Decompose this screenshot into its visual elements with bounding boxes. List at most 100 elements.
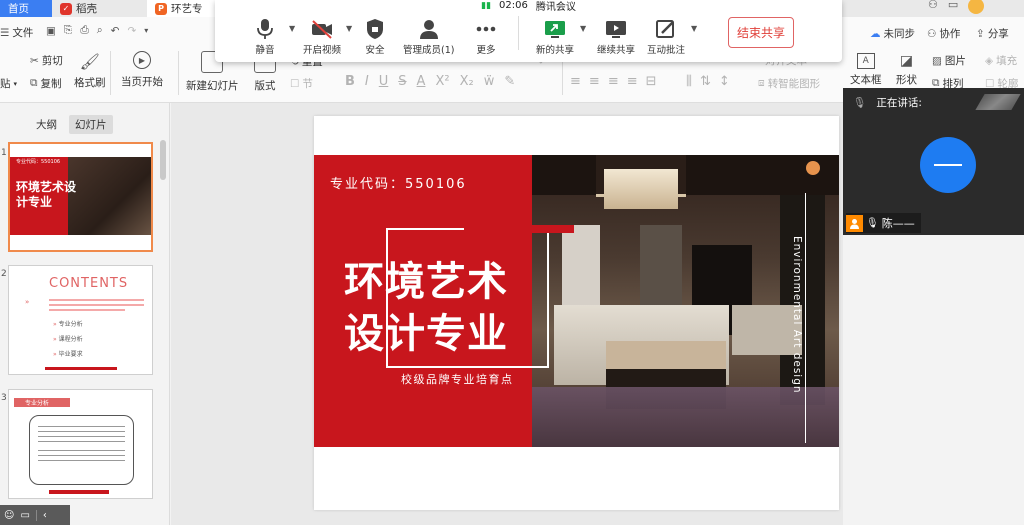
line-spacing-icon[interactable]: ↕	[719, 74, 730, 89]
new-slide-label: 新建幻灯片	[186, 80, 239, 92]
export-pdf-icon[interactable]: ⎘	[64, 24, 72, 37]
speaker-header: 🎙 正在讲话:	[843, 88, 1024, 116]
security-button[interactable]: 安全	[365, 18, 385, 56]
thumb-item: 毕业要求	[58, 351, 83, 358]
menu-icon: ☰	[0, 26, 10, 39]
collaborate-button[interactable]: ⚇ 协作	[927, 26, 960, 41]
avatar[interactable]	[968, 0, 985, 14]
tab-outline[interactable]: 大纲	[30, 115, 63, 134]
picture-icon: ▨	[932, 54, 942, 67]
format-painter-button[interactable]: 🖌 格式刷	[74, 52, 106, 90]
superscript-icon[interactable]: X²	[435, 74, 449, 89]
slide-thumbnail-3[interactable]: 专业分析	[8, 389, 153, 499]
copy-icon: ⧉	[30, 77, 38, 89]
speaker-signal-graphic	[975, 94, 1021, 110]
window-icon[interactable]: ▭	[948, 0, 958, 14]
tab-daoke-label: 稻壳	[76, 3, 97, 15]
video-options-arrow[interactable]: ▼	[346, 24, 352, 33]
mute-button[interactable]: 静音	[255, 18, 275, 56]
phonetic-icon[interactable]: ẅ	[484, 74, 495, 89]
share-options-arrow[interactable]: ▼	[580, 24, 586, 33]
tab-daoke[interactable]: ✓ 稻壳	[52, 0, 147, 17]
status-bar-left: ☺ ▭ ‹	[0, 505, 70, 525]
text-box-label: 文本框	[850, 74, 882, 86]
thumb-footer-bar	[45, 367, 117, 370]
more-button[interactable]: 更多	[475, 18, 497, 56]
continue-share-button[interactable]: 继续共享	[597, 18, 635, 56]
slide-thumbnail-2[interactable]: CONTENTS » » 专业分析 » 课程分析 » 毕业要求	[8, 265, 153, 375]
align-left-icon[interactable]: ≡	[570, 74, 581, 89]
align-right-icon[interactable]: ≡	[608, 74, 619, 89]
slide-thumbnail-1[interactable]: 专业代码：550106 环境艺术设计专业	[8, 142, 153, 252]
layout-label: 版式	[254, 80, 276, 92]
paste-button[interactable]: 贴 ▾	[0, 76, 17, 91]
undo-icon[interactable]: ↶	[111, 25, 120, 37]
align-center-icon[interactable]: ≡	[589, 74, 600, 89]
highlight-icon[interactable]: ✎	[504, 74, 515, 89]
distribute-icon[interactable]: ⊟	[646, 74, 657, 89]
underline-icon[interactable]: U	[379, 74, 389, 89]
section-button[interactable]: ☐ 节	[290, 76, 313, 91]
strikethrough-icon[interactable]: S	[398, 74, 406, 89]
chat-icon[interactable]: ▭	[20, 510, 29, 521]
share-document-button[interactable]: ⇪ 分享	[976, 26, 1009, 41]
picture-button[interactable]: ▨ 图片	[932, 53, 966, 68]
speaker-name: 陈——	[881, 217, 915, 230]
slide-tagline: 校级品牌专业培育点	[401, 373, 514, 386]
slide-canvas[interactable]: 专业代码：550106 环境艺术 设计专业 校级品牌专业培育点 Environm…	[314, 116, 839, 510]
speaker-mic-icon: 🎙	[853, 96, 867, 109]
new-share-button[interactable]: 新的共享	[536, 18, 574, 56]
fill-button[interactable]: ◈ 填充	[985, 53, 1017, 68]
redo-icon[interactable]: ↷	[127, 25, 136, 37]
thumb-item: 专业分析	[58, 321, 83, 328]
thumb-title: 环境艺术设计专业	[16, 180, 77, 209]
copy-button[interactable]: ⧉ 复制	[30, 76, 62, 91]
justify-icon[interactable]: ≡	[627, 74, 638, 89]
text-box-button[interactable]: A 文本框	[850, 53, 882, 87]
shape-button[interactable]: ◪ 形状	[896, 53, 917, 87]
sync-label: 未同步	[883, 28, 916, 40]
video-button[interactable]: 开启视频	[303, 18, 341, 56]
paragraph-align-group: ≡ ≡ ≡ ≡ ⊟	[570, 74, 657, 89]
thumbnail-scrollbar[interactable]	[160, 140, 166, 180]
new-share-label: 新的共享	[536, 45, 575, 56]
bold-icon[interactable]: B	[345, 74, 355, 89]
tab-slides[interactable]: 幻灯片	[69, 115, 113, 134]
save-icon[interactable]: ▣	[46, 25, 56, 37]
print-preview-icon[interactable]: ⌕	[97, 24, 103, 37]
meeting-toolbar: ▮▮ 02:06 腾讯会议 静音 ▼ 开启视频 ▼ 安全 管理成员(1) 更多	[215, 0, 842, 62]
thumb-header-text: 专业分析	[25, 400, 50, 407]
annotate-options-arrow[interactable]: ▼	[691, 24, 697, 33]
play-from-current-button[interactable]: ▶ 当页开始	[121, 51, 163, 89]
end-share-button[interactable]: 结束共享	[728, 17, 794, 48]
sync-status-button[interactable]: ☁ 未同步	[870, 26, 915, 41]
account-icon[interactable]: ⚇	[928, 0, 938, 14]
menu-button[interactable]: ☰ 文件	[0, 25, 33, 40]
annotate-button[interactable]: 互动批注	[647, 18, 685, 56]
slide-major-code: 专业代码：550106	[330, 177, 467, 192]
ribbon-separator	[178, 51, 179, 95]
collapse-icon[interactable]: ‹	[35, 509, 47, 521]
text-box-icon: A	[856, 53, 875, 69]
mute-options-arrow[interactable]: ▼	[289, 24, 295, 33]
shape-icon: ◪	[899, 53, 914, 69]
columns-icon[interactable]: ⫼	[686, 74, 692, 89]
subscript-icon[interactable]: X₂	[460, 74, 474, 89]
microphone-icon	[257, 19, 273, 39]
print-icon[interactable]: ⎙	[80, 24, 88, 37]
manage-members-button[interactable]: 管理成员(1)	[403, 18, 454, 56]
fill-label: 填充	[996, 55, 1018, 67]
font-color-icon[interactable]: A	[417, 74, 426, 89]
signal-icon: ▮▮	[481, 0, 492, 11]
text-direction-icon[interactable]: ⇅	[700, 74, 711, 89]
customize-toolbar-icon[interactable]: ▾	[144, 26, 148, 35]
cut-button[interactable]: ✂ 剪切	[30, 53, 63, 68]
smart-shape-button[interactable]: ⧈ 转智能图形	[758, 76, 820, 91]
italic-icon[interactable]: I	[365, 74, 369, 89]
tab-home[interactable]: 首页	[0, 0, 52, 17]
smart-shape-label: 转智能图形	[767, 78, 821, 90]
security-label: 安全	[365, 45, 385, 56]
ribbon-separator	[110, 51, 111, 95]
emoji-icon[interactable]: ☺	[4, 510, 14, 521]
speaker-name-tag: 🎙 陈——	[846, 213, 921, 233]
